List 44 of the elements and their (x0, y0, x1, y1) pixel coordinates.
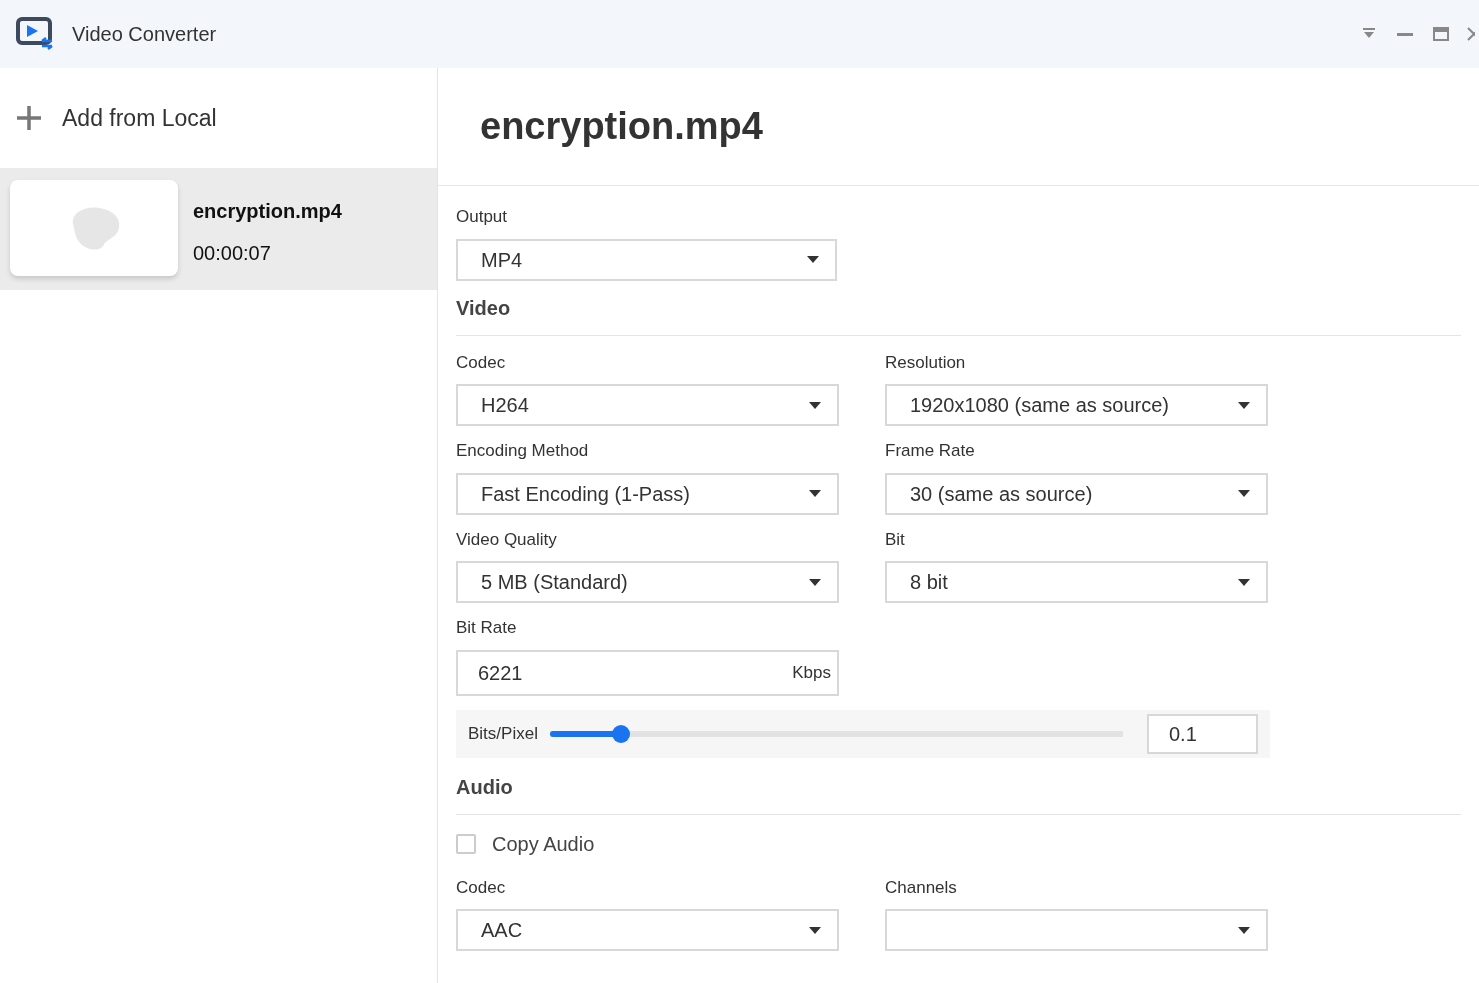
section-heading: Video (456, 288, 1461, 336)
file-title: encryption.mp4 (438, 68, 1479, 186)
section-heading: Audio (456, 767, 1461, 815)
dropdown[interactable]: MP4 (456, 238, 837, 281)
caret-icon (1238, 926, 1250, 934)
dropdown[interactable]: H264 (456, 384, 839, 426)
window-title: Video Converter (72, 22, 217, 47)
field-label: Codec (456, 351, 507, 374)
caret-icon (1238, 490, 1250, 497)
dropdown[interactable]: Fast Encoding (1-Pass) (456, 472, 839, 515)
field-label: Frame Rate (885, 440, 976, 462)
checkbox[interactable] (456, 833, 476, 854)
caret-icon (807, 256, 819, 263)
value-field[interactable]: 0.1 (1147, 713, 1258, 754)
caret-icon (1238, 401, 1250, 409)
field-label: Output (456, 206, 509, 228)
maximize-icon[interactable] (1431, 24, 1451, 44)
dropdown[interactable]: 30 (same as source) (885, 472, 1268, 515)
field-label: Codec (456, 876, 507, 899)
slider-label: Bits/Pixel (468, 722, 538, 745)
file-duration: 00:00:07 (193, 241, 272, 266)
field-label: Encoding Method (456, 440, 590, 462)
caret-icon (1238, 578, 1250, 586)
field-label: Channels (885, 876, 958, 899)
checkbox-label: Copy Audio (492, 831, 595, 857)
dropdown[interactable]: 8 bit (885, 561, 1268, 603)
field-label: Bit Rate (456, 617, 518, 639)
add-from-local-button[interactable]: Add from Local (0, 68, 233, 168)
number-field[interactable]: 6221 Kbps (456, 649, 839, 696)
file-name: encryption.mp4 (193, 199, 342, 224)
caret-icon (809, 926, 821, 934)
dropdown[interactable]: 1920x1080 (same as source) (885, 384, 1268, 426)
plus-icon (16, 105, 42, 131)
caret-icon (809, 401, 821, 409)
field-label: Bit (885, 528, 906, 551)
unit-label: Kbps (792, 661, 831, 684)
field-label: Video Quality (456, 528, 558, 551)
slider-thumb[interactable] (611, 724, 630, 743)
caret-icon (809, 490, 821, 497)
field-label: Resolution (885, 351, 967, 374)
dropdown[interactable]: 5 MB (Standard) (456, 561, 839, 603)
dropdown[interactable]: AAC (456, 909, 839, 951)
caret-icon (809, 578, 821, 586)
file-list-item[interactable]: encryption.mp4 00:00:07 (0, 168, 437, 290)
